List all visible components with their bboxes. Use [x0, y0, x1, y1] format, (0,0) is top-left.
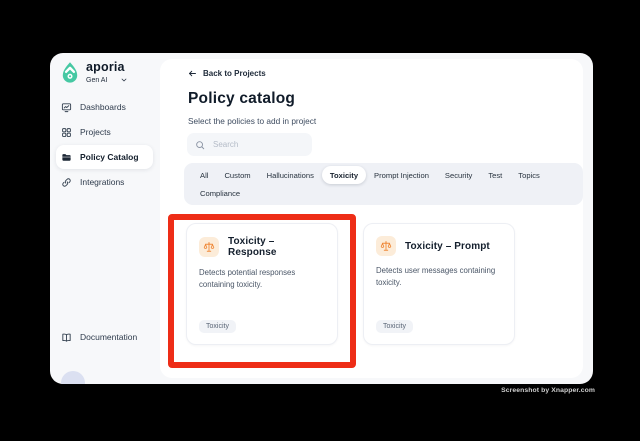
tab-toxicity[interactable]: Toxicity	[321, 166, 367, 184]
sidebar-item-label: Dashboards	[80, 102, 126, 112]
sidebar-item-projects[interactable]: Projects	[56, 120, 153, 144]
dashboards-icon	[61, 102, 72, 113]
scales-icon	[376, 236, 396, 256]
workspace-row: Gen AI	[86, 76, 128, 84]
card-title: Toxicity – Response	[228, 236, 277, 258]
user-avatar[interactable]	[61, 371, 85, 384]
tab-all[interactable]: All	[192, 166, 216, 184]
back-link-label: Back to Projects	[203, 69, 266, 78]
screenshot-canvas: aporia Gen AI Dashboards Projects Policy…	[0, 0, 640, 441]
chevron-down-icon[interactable]	[120, 76, 128, 84]
projects-icon	[61, 127, 72, 138]
card-tag-toxicity: Toxicity	[199, 320, 236, 333]
brand-block: aporia Gen AI	[86, 61, 128, 84]
card-title: Toxicity – Prompt	[405, 240, 490, 252]
tab-topics[interactable]: Topics	[510, 166, 548, 184]
sidebar-item-dashboards[interactable]: Dashboards	[56, 95, 153, 119]
sidebar-item-integrations[interactable]: Integrations	[56, 170, 153, 194]
sidebar-nav: Dashboards Projects Policy Catalog Integ…	[50, 95, 160, 195]
book-icon	[61, 332, 72, 343]
brand-name: aporia	[86, 60, 125, 74]
sidebar-item-label: Documentation	[80, 332, 138, 342]
page-subtitle: Select the policies to add in project	[188, 116, 317, 126]
tab-hallucinations[interactable]: Hallucinations	[259, 166, 322, 184]
tabs-row-2: Compliance	[192, 184, 575, 202]
tab-custom[interactable]: Custom	[216, 166, 258, 184]
link-icon	[61, 177, 72, 188]
tab-prompt-injection[interactable]: Prompt Injection	[366, 166, 437, 184]
policy-card-toxicity-prompt[interactable]: Toxicity – Prompt Detects user messages …	[363, 223, 515, 345]
tab-compliance[interactable]: Compliance	[192, 184, 248, 202]
main-panel: Back to Projects Policy catalog Select t…	[160, 59, 583, 378]
sidebar-item-policy-catalog[interactable]: Policy Catalog	[56, 145, 153, 169]
sidebar-item-documentation[interactable]: Documentation	[56, 325, 153, 349]
card-tag-toxicity: Toxicity	[376, 320, 413, 333]
watermark-text: Screenshot by Xnapper.com	[501, 387, 595, 394]
policy-card-toxicity-response[interactable]: Toxicity – Response Detects potential re…	[186, 223, 338, 345]
back-to-projects-link[interactable]: Back to Projects	[188, 69, 266, 78]
policy-cards: Toxicity – Response Detects potential re…	[186, 223, 515, 345]
sidebar: aporia Gen AI Dashboards Projects Policy…	[50, 53, 160, 384]
card-header: Toxicity – Prompt	[376, 236, 502, 256]
sidebar-item-label: Integrations	[80, 177, 125, 187]
app-window: aporia Gen AI Dashboards Projects Policy…	[50, 53, 593, 384]
folder-icon	[61, 152, 72, 163]
page-title: Policy catalog	[188, 90, 296, 107]
workspace-name: Gen AI	[86, 76, 108, 84]
search-icon	[195, 140, 205, 150]
card-header: Toxicity – Response	[199, 236, 325, 258]
category-filter-tabs: All Custom Hallucinations Toxicity Promp…	[184, 163, 583, 205]
search-box[interactable]	[187, 133, 312, 156]
workspace-switcher[interactable]: aporia Gen AI	[61, 61, 128, 85]
search-input[interactable]	[211, 139, 307, 150]
sidebar-item-label: Projects	[80, 127, 111, 137]
aporia-logo-icon	[61, 61, 79, 85]
card-description: Detects potential responses containing t…	[199, 268, 296, 290]
tabs-row-1: All Custom Hallucinations Toxicity Promp…	[192, 166, 575, 184]
card-description: Detects user messages containing toxicit…	[376, 266, 496, 288]
scales-icon	[199, 237, 219, 257]
back-arrow-icon	[188, 69, 197, 78]
tab-security[interactable]: Security	[437, 166, 480, 184]
sidebar-item-label: Policy Catalog	[80, 152, 139, 162]
tab-test[interactable]: Test	[480, 166, 510, 184]
